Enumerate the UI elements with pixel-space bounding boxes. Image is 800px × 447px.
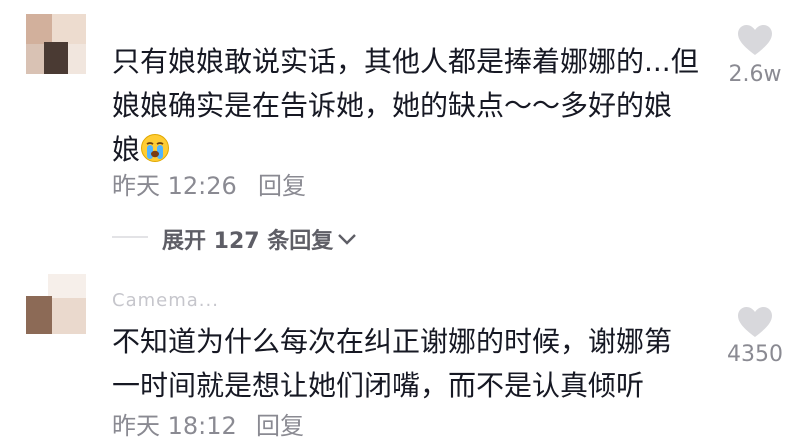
comment-text: 只有娘娘敢说实话，其他人都是捧着娜娜的...但 娘娘确实是在告诉她，她的缺点～～…: [112, 45, 699, 166]
heart-icon[interactable]: [737, 24, 773, 56]
avatar[interactable]: [26, 14, 86, 74]
reply-button[interactable]: 回复: [258, 166, 306, 201]
like-count: 2.6w: [728, 62, 782, 87]
timestamp: 昨天 18:12: [112, 412, 237, 440]
username[interactable]: [112, 6, 272, 26]
chevron-down-icon: [338, 234, 357, 245]
divider: [112, 236, 148, 238]
username[interactable]: Camema...: [112, 290, 262, 310]
comment-text: 不知道为什么每次在纠正谢娜的时候，谢娜第 一时间就是想让她们闭嘴，而不是认真倾听: [112, 325, 673, 402]
heart-icon[interactable]: [737, 306, 773, 338]
timestamp: 昨天 12:26: [112, 172, 237, 200]
expand-replies-button[interactable]: 展开 127 条回复: [162, 223, 357, 255]
like-count: 4350: [727, 342, 783, 367]
avatar[interactable]: [26, 274, 86, 334]
crying-face-icon: [141, 134, 170, 162]
reply-button[interactable]: 回复: [256, 406, 304, 441]
